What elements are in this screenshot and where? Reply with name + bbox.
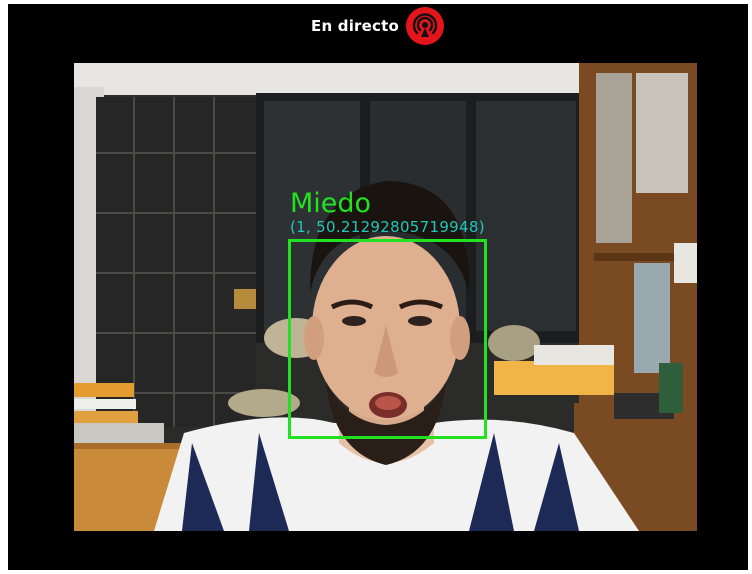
- emotion-label: Miedo: [290, 188, 372, 219]
- live-header: En directo: [8, 4, 748, 48]
- broadcast-icon[interactable]: [405, 6, 445, 46]
- live-label: En directo: [311, 17, 399, 35]
- face-detection-box: [288, 239, 487, 439]
- emotion-score: (1, 50.21292805719948): [290, 218, 485, 236]
- webcam-feed: Miedo (1, 50.21292805719948): [74, 63, 697, 531]
- live-view-frame: En directo Miedo (1, 50.21292805719948): [8, 4, 748, 570]
